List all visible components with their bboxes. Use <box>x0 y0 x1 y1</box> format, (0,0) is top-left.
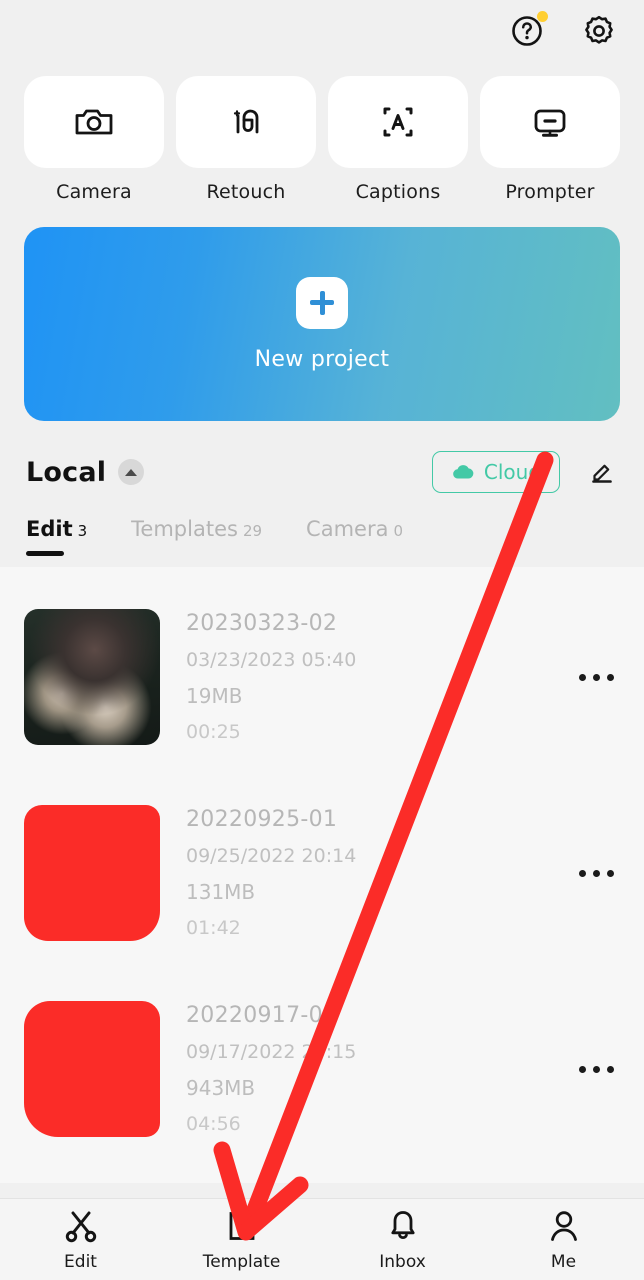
more-dot-icon <box>606 1065 614 1073</box>
captions-scan-a-icon <box>383 107 413 137</box>
monitor-prompter-icon <box>534 109 566 137</box>
project-size: 131MB <box>186 880 256 904</box>
more-dot-icon <box>592 1065 600 1073</box>
tab-templates-count: 29 <box>242 522 263 540</box>
page-title: Local <box>26 456 107 488</box>
quick-action-prompter-label: Prompter <box>505 181 595 203</box>
caret-up-icon <box>125 468 138 476</box>
quick-action-captions-label: Captions <box>355 181 441 203</box>
project-date: 03/23/2023 05:40 <box>186 649 357 671</box>
quick-action-camera-label: Camera <box>56 181 132 203</box>
project-list-item[interactable]: 20220925-01 09/25/2022 20:14 131MB 01:42 <box>0 775 644 971</box>
quick-action-captions-tile[interactable] <box>328 76 468 168</box>
top-icon-bar <box>0 0 644 62</box>
more-dot-icon <box>606 673 614 681</box>
person-icon <box>550 1211 577 1241</box>
nav-item-edit-label: Edit <box>64 1252 97 1272</box>
new-project-plus-button[interactable] <box>296 276 348 329</box>
tab-camera-count: 0 <box>393 522 403 540</box>
project-thumbnail[interactable] <box>24 805 160 941</box>
project-duration: 00:25 <box>186 721 241 743</box>
new-project-label: New project <box>254 346 390 372</box>
cloud-button-label: Cloud <box>483 460 541 484</box>
project-more-button[interactable] <box>570 847 622 899</box>
edit-projects-button[interactable] <box>582 452 622 492</box>
nav-item-template-label: Template <box>202 1252 281 1272</box>
cloud-button[interactable]: Cloud <box>431 451 560 493</box>
nav-item-inbox[interactable]: Inbox <box>322 1207 483 1272</box>
project-meta: 20220925-01 09/25/2022 20:14 131MB 01:42 <box>186 807 356 939</box>
project-size: 943MB <box>186 1076 256 1100</box>
tab-templates-label: Templates <box>131 517 238 541</box>
nav-item-template[interactable]: Template <box>161 1207 322 1272</box>
camera-icon <box>75 109 113 135</box>
film-play-icon <box>229 1212 254 1240</box>
project-tabs: Edit 3 Templates 29 Camera 0 <box>0 497 644 556</box>
nav-item-inbox-label: Inbox <box>379 1252 426 1272</box>
project-list: 20230323-02 03/23/2023 05:40 19MB 00:25 … <box>0 567 644 1183</box>
project-name: 20220925-01 <box>186 807 338 832</box>
tab-edit-label: Edit <box>26 517 73 541</box>
project-duration: 04:56 <box>186 1113 241 1135</box>
project-thumbnail[interactable] <box>24 1001 160 1137</box>
more-dot-icon <box>592 673 600 681</box>
quick-action-prompter[interactable]: Prompter <box>480 76 620 203</box>
quick-action-camera-tile[interactable] <box>24 76 164 168</box>
nav-item-edit[interactable]: Edit <box>0 1207 161 1272</box>
project-date: 09/17/2022 20:15 <box>186 1041 357 1063</box>
project-list-item[interactable]: 20230323-02 03/23/2023 05:40 19MB 00:25 <box>0 579 644 775</box>
project-meta: 20220917-01 09/17/2022 20:15 943MB 04:56 <box>186 1003 356 1135</box>
quick-action-retouch-tile[interactable] <box>176 76 316 168</box>
project-name: 20220917-01 <box>186 1003 338 1028</box>
quick-action-camera[interactable]: Camera <box>24 76 164 203</box>
tab-active-underline <box>26 551 64 556</box>
help-badge-dot <box>537 11 548 22</box>
more-dot-icon <box>592 869 600 877</box>
more-dot-icon <box>578 673 586 681</box>
nav-item-me-label: Me <box>550 1252 577 1272</box>
new-project-banner[interactable]: New project <box>24 227 620 421</box>
tab-camera-label: Camera <box>306 517 389 541</box>
project-list-item[interactable]: 20220917-01 09/17/2022 20:15 943MB 04:56 <box>0 971 644 1167</box>
project-more-button[interactable] <box>570 651 622 703</box>
bell-icon <box>390 1211 415 1239</box>
project-meta: 20230323-02 03/23/2023 05:40 19MB 00:25 <box>186 611 356 743</box>
quick-action-prompter-tile[interactable] <box>480 76 620 168</box>
project-thumbnail[interactable] <box>24 609 160 745</box>
collapse-toggle-button[interactable] <box>118 459 145 485</box>
more-dot-icon <box>578 1065 586 1073</box>
more-dot-icon <box>606 869 614 877</box>
bottom-navigation-bar: Edit Template Inbox Me <box>0 1198 644 1280</box>
more-dot-icon <box>578 869 586 877</box>
project-duration: 01:42 <box>186 917 241 939</box>
quick-action-captions[interactable]: Captions <box>328 76 468 203</box>
project-date: 09/25/2022 20:14 <box>186 845 357 867</box>
plus-icon <box>310 290 334 315</box>
settings-button[interactable] <box>576 8 622 54</box>
pencil-edit-icon <box>592 464 612 483</box>
tab-camera[interactable]: Camera 0 <box>306 517 403 545</box>
storage-section-header: Local Cloud <box>0 447 644 497</box>
gear-icon <box>585 15 613 44</box>
project-more-button[interactable] <box>570 1043 622 1095</box>
quick-action-retouch[interactable]: Retouch <box>176 76 316 203</box>
scissors-icon <box>65 1211 96 1243</box>
tab-edit-count: 3 <box>77 522 88 540</box>
quick-actions-row: Camera Retouch Captions Prompter <box>0 62 644 203</box>
cloud-icon <box>453 465 474 479</box>
tab-edit[interactable]: Edit 3 <box>26 517 88 556</box>
retouch-face-sparkle-icon <box>233 109 259 134</box>
tab-templates[interactable]: Templates 29 <box>131 517 262 545</box>
nav-item-me[interactable]: Me <box>483 1207 644 1272</box>
quick-action-retouch-label: Retouch <box>206 181 286 203</box>
project-name: 20230323-02 <box>186 611 338 636</box>
help-button[interactable] <box>504 8 550 54</box>
project-size: 19MB <box>186 684 243 708</box>
